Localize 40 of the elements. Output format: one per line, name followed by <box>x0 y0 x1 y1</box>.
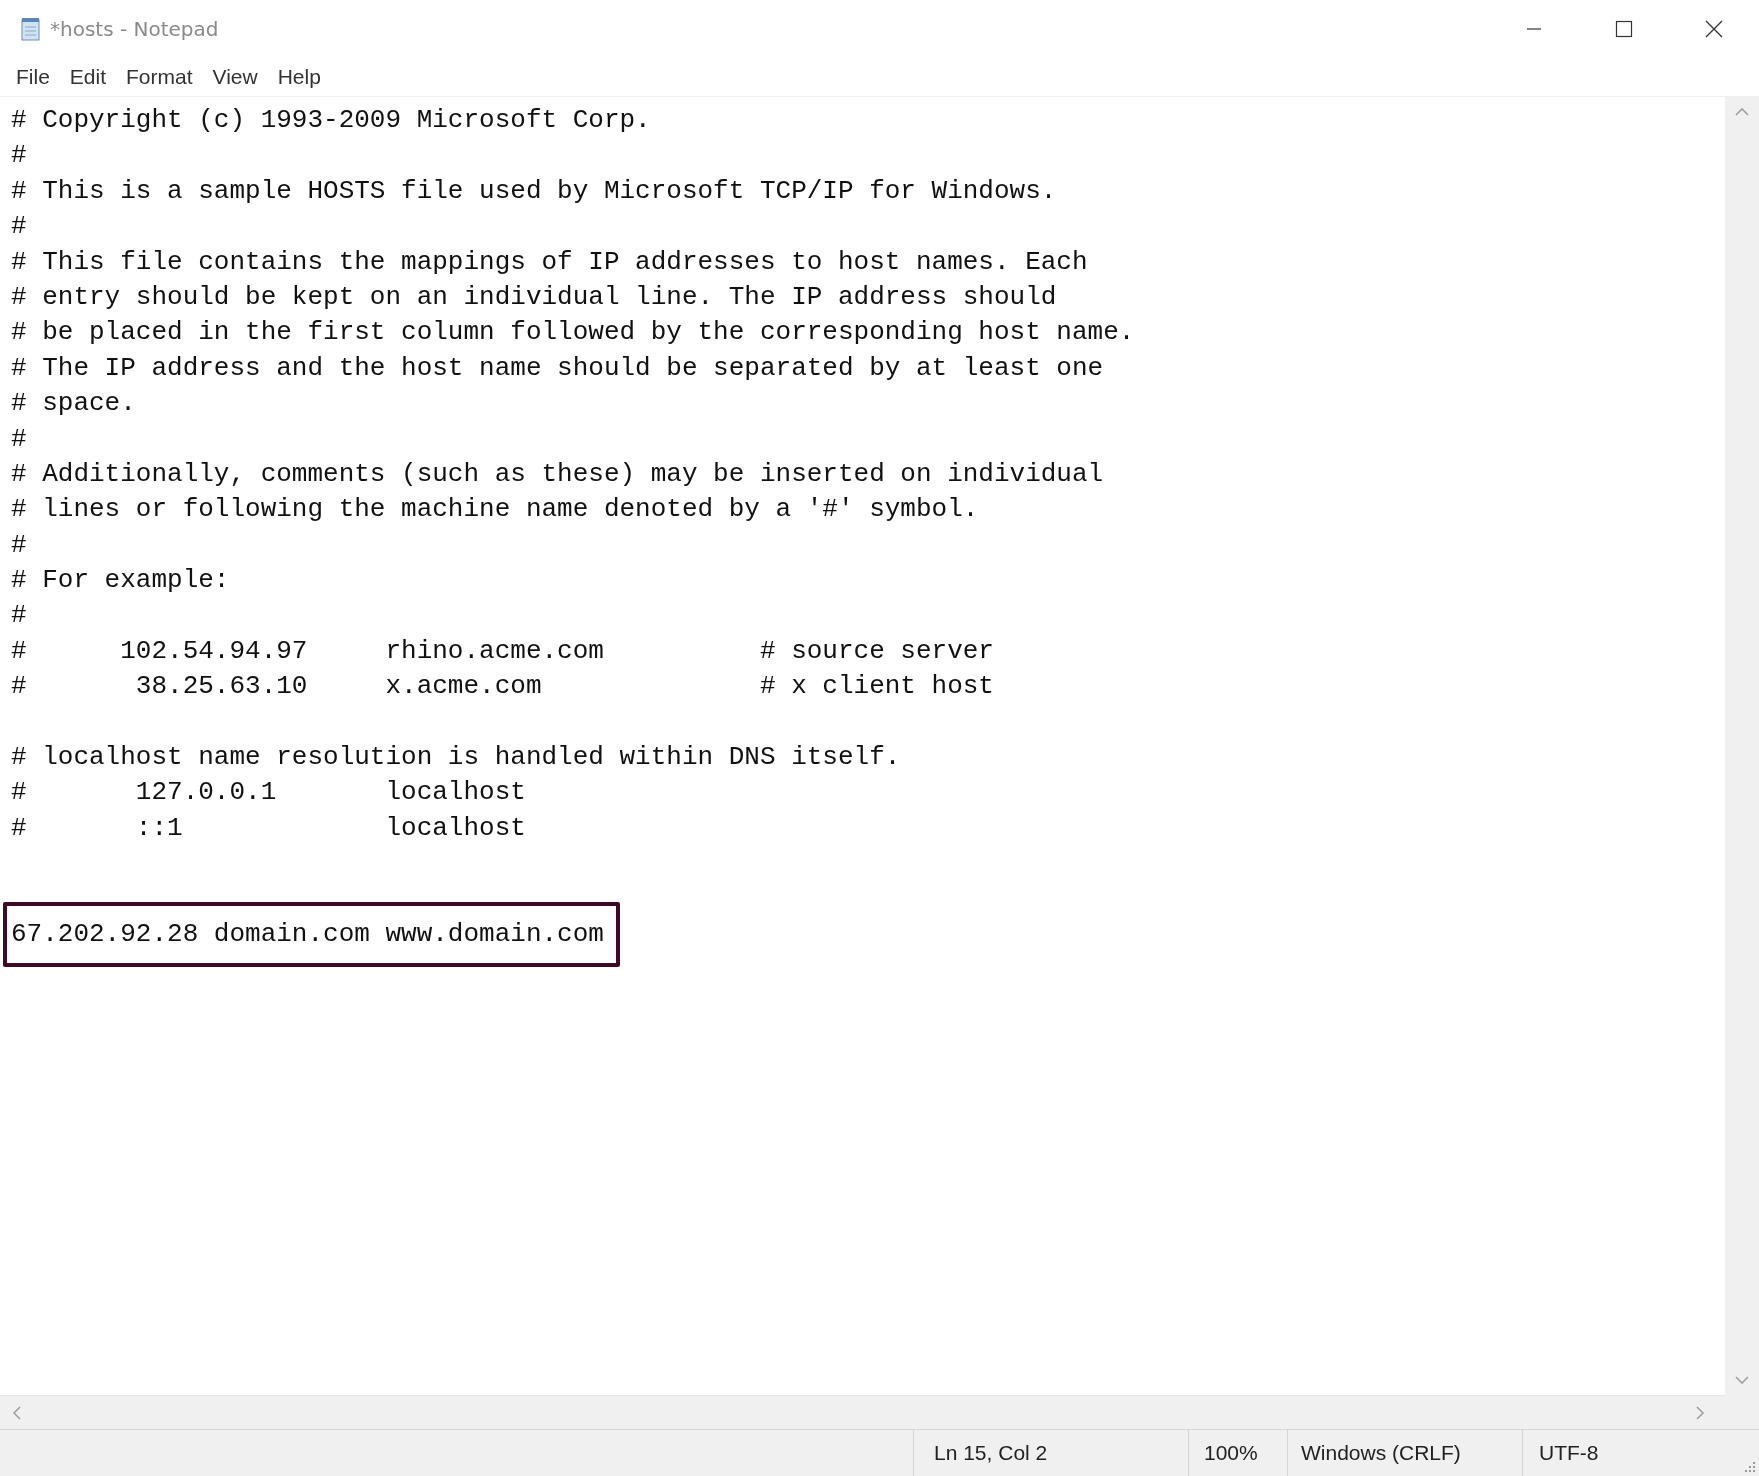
text-line: # 38.25.63.10 x.acme.com # x client host <box>11 670 995 704</box>
text-line: # <box>11 210 28 244</box>
vertical-scrollbar[interactable] <box>1725 97 1759 1395</box>
status-text: Windows (CRLF) <box>1287 1430 1522 1476</box>
text-line: # For example: <box>11 564 231 598</box>
horizontal-scrollbar[interactable] <box>0 1395 1725 1429</box>
maximize-icon <box>1615 20 1633 38</box>
text-line: # <box>11 528 28 562</box>
status-text: Ln 15, Col 2 <box>913 1430 1188 1476</box>
notepad-icon <box>20 17 42 41</box>
menu-item[interactable]: File <box>6 63 60 91</box>
text-line: # The IP address and the host name should be separated by at least one <box>11 351 1105 385</box>
menu-item[interactable]: Help <box>267 63 331 91</box>
scroll-up-icon[interactable] <box>1735 107 1749 116</box>
close-icon <box>1705 20 1723 38</box>
text-line: # lines or following the machine name denoted by a '#' symbol. <box>11 493 980 527</box>
minimize-icon <box>1526 28 1542 30</box>
text-line: # be placed in the first column followed by the corresponding host name. <box>11 316 1136 350</box>
text-line: # space. <box>11 387 137 421</box>
menu-item[interactable]: Format <box>116 63 203 91</box>
status-text: 100% <box>1188 1430 1287 1476</box>
text-line: # This is a sample HOSTS file used by Microsoft TCP/IP for Windows. <box>11 174 1058 208</box>
resize-grip-icon[interactable] <box>1744 1461 1756 1473</box>
text-line: # ::1 localhost <box>11 811 527 845</box>
scroll-right-icon[interactable] <box>1696 1405 1705 1420</box>
text-line: # entry should be kept on an individual line. The IP address should <box>11 280 1058 314</box>
text-line: # localhost name resolution is handled within DNS itself. <box>11 741 902 775</box>
text-line: # Additionally, comments (such as these) may be inserted on individual <box>11 457 1105 491</box>
menu-item[interactable]: View <box>202 63 268 91</box>
text-line: # Copyright (c) 1993-2009 Microsoft Corp. <box>11 104 652 137</box>
text-line: # This file contains the mappings of IP addresses to host names. Each <box>11 245 1089 279</box>
window-title: *hosts - Notepad <box>50 17 219 41</box>
scroll-down-icon[interactable] <box>1735 1376 1749 1385</box>
text-line: # 102.54.94.97 rhino.acme.com # source server <box>11 634 995 668</box>
scroll-left-icon[interactable] <box>12 1405 21 1420</box>
text-line: # <box>11 139 28 173</box>
text-line: # <box>11 422 28 456</box>
text-line: # 127.0.0.1 localhost <box>11 776 527 810</box>
menu-item[interactable]: Edit <box>59 63 117 91</box>
text-line: # <box>11 599 28 633</box>
